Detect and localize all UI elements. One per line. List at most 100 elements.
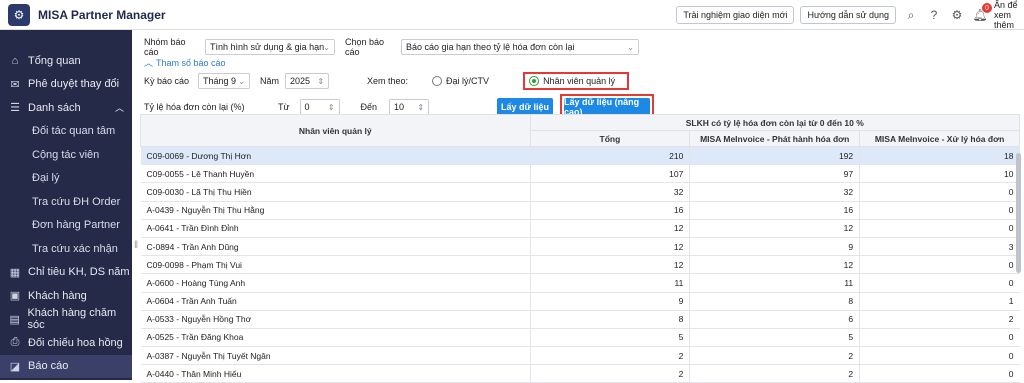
- cell-total: 2: [529, 364, 690, 383]
- stepper-icon: ⇕: [417, 102, 425, 112]
- cell-process: 0: [859, 182, 1020, 202]
- cell-name: A-0604 - Trần Anh Tuấn: [140, 292, 531, 311]
- new-ui-button[interactable]: Trải nghiệm giao diện mới: [676, 6, 795, 24]
- table-row[interactable]: A-0600 - Hoàng Tùng Anh 11 11 0: [140, 273, 1020, 293]
- chevron-down-icon: ⌄: [238, 76, 245, 86]
- reconcile-icon: ⎙: [10, 336, 20, 349]
- table-row[interactable]: C09-0030 - Lã Thị Thu Hiền 32 32 0: [140, 182, 1020, 202]
- group-label: Nhóm báo cáo: [144, 37, 186, 57]
- table-row[interactable]: C09-0069 - Dương Thị Hơn 210 192 18: [140, 146, 1020, 166]
- chevron-down-icon: ⌄: [627, 42, 634, 52]
- cell-issue: 8: [689, 292, 860, 311]
- year-input[interactable]: 2025 ⇕: [285, 73, 330, 89]
- radio-manager-circle[interactable]: [529, 76, 540, 86]
- sidebar-subitem-confirm-lookup[interactable]: Tra cứu xác nhận: [0, 237, 132, 261]
- cell-issue: 6: [689, 310, 860, 329]
- cell-name: A-0600 - Hoàng Tùng Anh: [140, 273, 531, 293]
- radio-manager[interactable]: Nhân viên quản lý: [523, 72, 630, 90]
- app-title: MISA Partner Manager: [38, 7, 166, 22]
- table-row[interactable]: A-0641 - Trần Đình Đỉnh 12 12 0: [140, 219, 1020, 238]
- sidebar-subitem-partner-orders[interactable]: Đơn hàng Partner: [0, 214, 132, 238]
- ratio-from-input[interactable]: 0 ⇕: [299, 99, 340, 115]
- cell-process: 0: [859, 346, 1020, 366]
- sidebar-item-commission[interactable]: ⎙ Đối chiếu hoa hồng: [0, 331, 132, 355]
- cell-name: A-0439 - Nguyễn Thị Thu Hằng: [140, 201, 531, 220]
- cell-issue: 16: [689, 201, 860, 220]
- report-table: Nhân viên quản lý SLKH có tỷ lệ hóa đơn …: [140, 114, 1021, 383]
- search-icon[interactable]: ⌕: [902, 6, 920, 24]
- cell-name: C09-0069 - Dương Thị Hơn: [140, 146, 531, 166]
- period-select[interactable]: Tháng 9 ⌄: [198, 73, 250, 89]
- cell-total: 11: [529, 273, 690, 293]
- cell-issue: 9: [689, 237, 860, 257]
- report-group-select[interactable]: Tình hình sử dụng & gia hạn ⌄: [205, 39, 335, 55]
- sidebar-subitem-order-lookup[interactable]: Tra cứu ĐH Order: [0, 190, 132, 214]
- radio-agent[interactable]: Đại lý/CTV: [432, 76, 489, 86]
- ratio-to-input[interactable]: 10 ⇕: [389, 99, 430, 115]
- table-row[interactable]: A-0533 - Nguyễn Hồng Thơ 8 6 2: [140, 310, 1020, 329]
- cell-name: A-0387 - Nguyễn Thị Tuyết Ngân: [140, 346, 531, 366]
- sidebar-item-lists[interactable]: ☰ Danh sách ︿: [0, 96, 132, 120]
- col-process-header[interactable]: MISA MeInvoice - Xử lý hóa đơn: [859, 130, 1020, 147]
- cell-issue: 5: [689, 328, 860, 348]
- sidebar: ⌂ Tổng quan ✉ Phê duyệt thay đổi ☰ Danh sác…: [0, 30, 132, 380]
- notification-badge: 0: [982, 3, 992, 13]
- cell-total: 5: [529, 328, 690, 348]
- table-row[interactable]: A-0604 - Trần Anh Tuấn 9 8 1: [140, 292, 1020, 311]
- cell-name: C09-0055 - Lê Thanh Huyền: [140, 164, 531, 184]
- ratio-label: Tỷ lệ hóa đơn còn lại (%): [144, 102, 245, 112]
- table-row[interactable]: C-0894 - Trần Anh Dũng 12 9 3: [140, 237, 1020, 257]
- target-icon: ▦: [9, 266, 21, 279]
- guide-button[interactable]: Hướng dẫn sử dụng: [800, 6, 896, 24]
- sidebar-subitem-collaborators[interactable]: Cộng tác viên: [0, 143, 132, 167]
- from-label: Từ: [278, 102, 290, 112]
- radio-agent-circle[interactable]: [432, 76, 443, 86]
- col-issue-header[interactable]: MISA MeInvoice - Phát hành hóa đơn: [689, 130, 861, 147]
- stepper-icon: ⇕: [317, 76, 325, 86]
- chevron-up-icon: ︿: [144, 58, 154, 68]
- chevron-down-icon: ⌄: [323, 42, 330, 52]
- home-icon: ⌂: [11, 54, 19, 67]
- cell-name: A-0525 - Trần Đăng Khoa: [140, 328, 531, 348]
- bell-icon[interactable]: 🔔︎ 0: [971, 3, 992, 24]
- help-icon[interactable]: ?: [925, 6, 943, 24]
- sidebar-item-customer-care[interactable]: ▤ Khách hàng chăm sóc: [0, 307, 132, 331]
- cell-process: 3: [859, 237, 1020, 257]
- sidebar-subitem-partners[interactable]: Đối tác quan tâm: [0, 120, 132, 144]
- stepper-icon: ⇕: [327, 102, 335, 112]
- col-manager-header[interactable]: Nhân viên quản lý: [140, 114, 531, 147]
- sidebar-item-reports[interactable]: ◪ Báo cáo: [0, 354, 132, 378]
- cell-issue: 2: [689, 346, 860, 366]
- sidebar-item-approvals[interactable]: ✉ Phê duyệt thay đổi: [0, 73, 132, 97]
- cell-issue: 192: [689, 146, 860, 166]
- hide-toggle[interactable]: Ẩn để xem thêm: [994, 0, 1020, 30]
- chevron-up-icon: ︿: [114, 103, 124, 114]
- sidebar-subitem-agents[interactable]: Đại lý: [0, 167, 132, 191]
- cell-issue: 32: [689, 182, 860, 202]
- sidebar-item-customers[interactable]: ▣ Khách hàng: [0, 284, 132, 308]
- report-icon: ◪: [9, 360, 21, 373]
- cell-process: 18: [859, 146, 1020, 166]
- table-row[interactable]: A-0439 - Nguyễn Thị Thu Hằng 16 16 0: [140, 201, 1020, 220]
- cell-total: 32: [529, 182, 690, 202]
- table-body: C09-0069 - Dương Thị Hơn 210 192 18 C09-0055…: [140, 146, 1020, 383]
- table-row[interactable]: C09-0098 - Phạm Thị Vui 12 12 0: [140, 255, 1020, 275]
- cell-process: 0: [859, 255, 1020, 275]
- cell-process: 0: [859, 201, 1020, 220]
- report-select[interactable]: Báo cáo gia hạn theo tỷ lệ hóa đơn còn l…: [401, 39, 639, 55]
- table-scrollbar[interactable]: [1016, 153, 1021, 273]
- sidebar-item-targets[interactable]: ▦ Chỉ tiêu KH, DS năm: [0, 261, 132, 285]
- period-label: Kỳ báo cáo: [144, 76, 190, 86]
- cell-name: C-0894 - Trần Anh Dũng: [140, 237, 531, 257]
- cell-issue: 12: [689, 219, 860, 238]
- settings-icon[interactable]: ⚙: [948, 6, 966, 24]
- report-params-link[interactable]: Tham số báo cáo: [156, 58, 226, 68]
- table-row[interactable]: A-0387 - Nguyễn Thị Tuyết Ngân 2 2 0: [140, 346, 1020, 366]
- col-total-header[interactable]: Tổng: [529, 130, 691, 147]
- table-row[interactable]: A-0440 - Thân Minh Hiếu 2 2 0: [140, 364, 1020, 383]
- sidebar-item-overview[interactable]: ⌂ Tổng quan: [0, 49, 132, 73]
- table-row[interactable]: C09-0055 - Lê Thanh Huyền 107 97 10: [140, 164, 1020, 184]
- cell-issue: 97: [689, 164, 860, 184]
- table-row[interactable]: A-0525 - Trần Đăng Khoa 5 5 0: [140, 328, 1020, 348]
- cell-total: 2: [529, 346, 690, 366]
